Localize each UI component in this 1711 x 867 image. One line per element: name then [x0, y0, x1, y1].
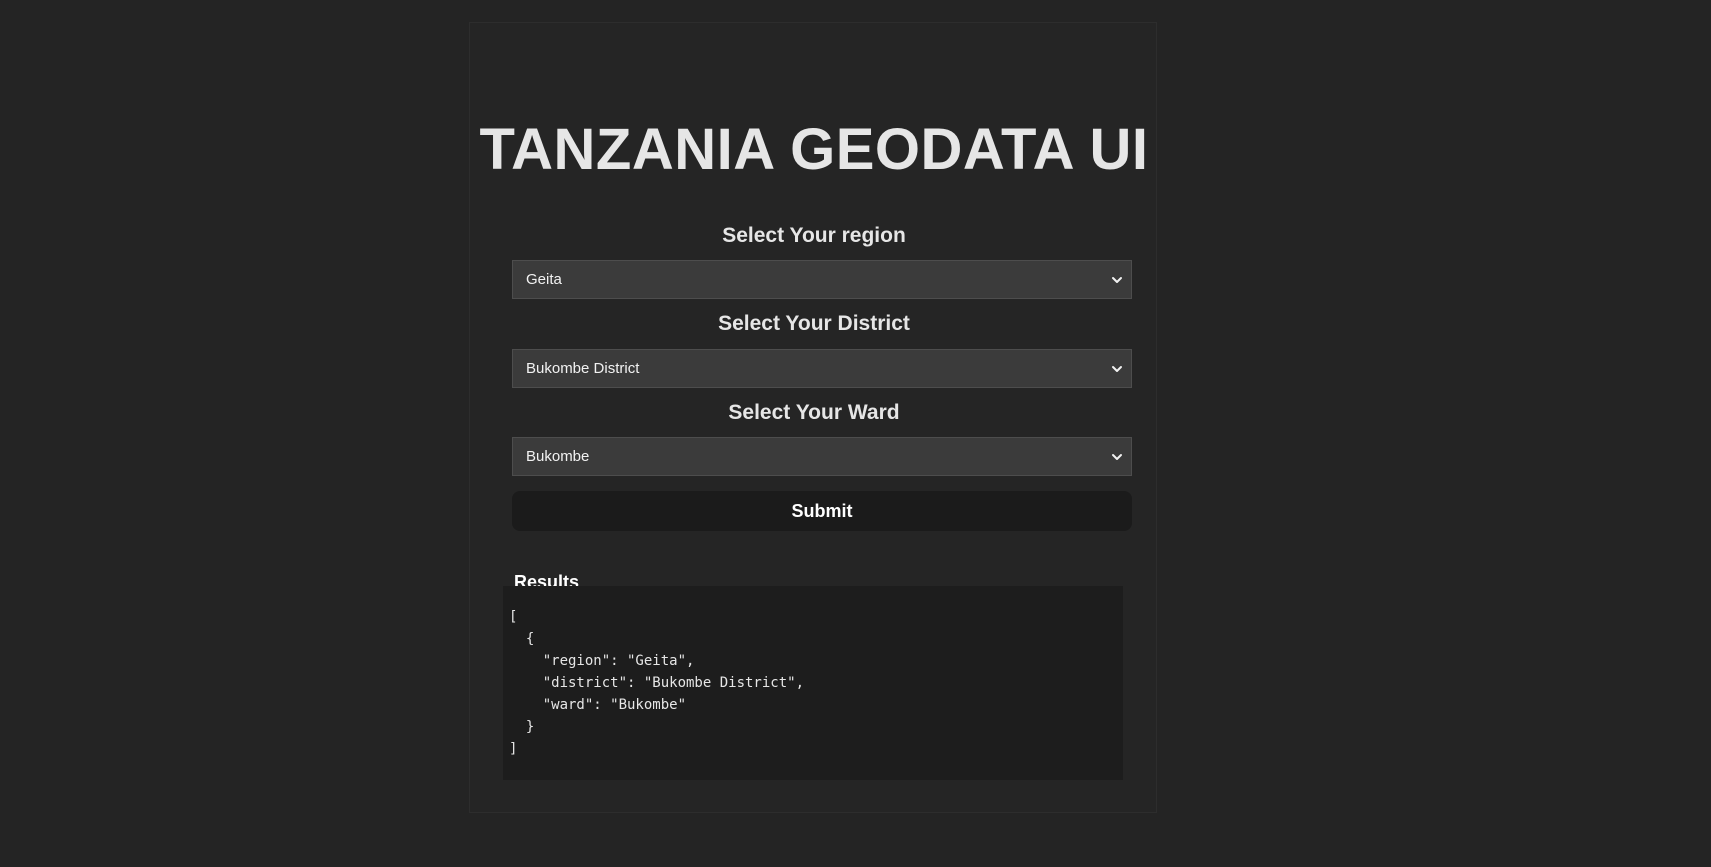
region-select[interactable]: Geita — [512, 260, 1132, 299]
region-label: Select Your region — [722, 224, 906, 247]
results-json: [ { "region": "Geita", "district": "Buko… — [509, 609, 805, 757]
results-output: [ { "region": "Geita", "district": "Buko… — [503, 586, 1123, 780]
district-label: Select Your District — [718, 312, 910, 335]
page-title: TANZANIA GEODATA UI — [479, 117, 1149, 182]
region-select-value: Geita — [526, 271, 562, 288]
chevron-down-icon — [1112, 277, 1122, 283]
district-select[interactable]: Bukombe District — [512, 349, 1132, 388]
chevron-down-icon — [1112, 454, 1122, 460]
ward-select-value: Bukombe — [526, 448, 590, 465]
main-card: TANZANIA GEODATA UI Select Your region G… — [469, 22, 1157, 813]
ward-label: Select Your Ward — [728, 401, 900, 424]
submit-button[interactable]: Submit — [512, 491, 1132, 531]
ward-select[interactable]: Bukombe — [512, 437, 1132, 476]
chevron-down-icon — [1112, 366, 1122, 372]
district-select-value: Bukombe District — [526, 360, 640, 377]
